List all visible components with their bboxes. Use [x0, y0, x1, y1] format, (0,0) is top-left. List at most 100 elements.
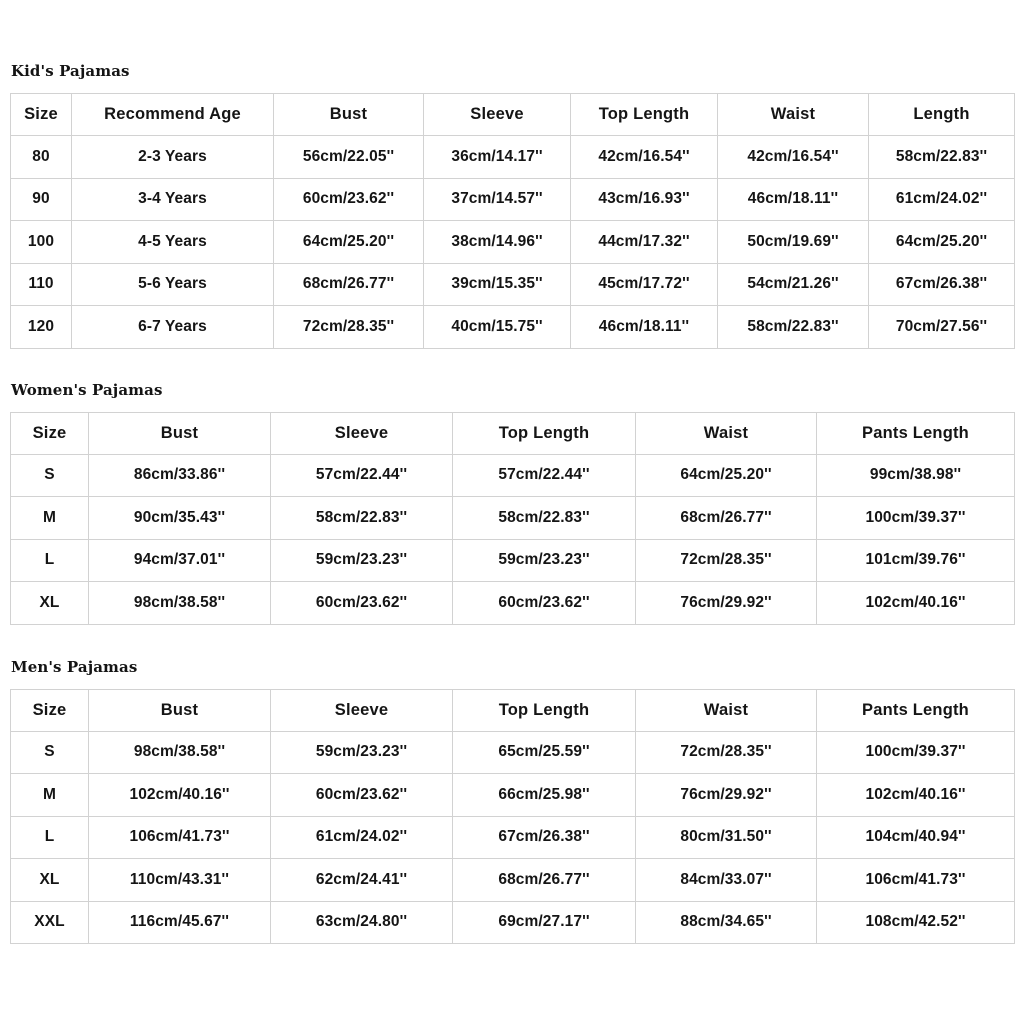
cell-waist: 88cm/34.65'' — [635, 900, 817, 944]
cell-size: L — [10, 815, 89, 859]
cell-sleeve: 60cm/23.62'' — [270, 773, 453, 817]
section-title-women: Women's Pajamas — [11, 380, 163, 399]
cell-pants-length: 104cm/40.94'' — [816, 815, 1015, 859]
cell-waist: 54cm/21.26'' — [717, 262, 869, 306]
column-header: Top Length — [570, 93, 718, 136]
column-header: Top Length — [452, 411, 636, 455]
table-header-row: Size Bust Sleeve Top Length Waist Pants … — [10, 411, 1015, 455]
table-row: 120 6-7 Years 72cm/28.35'' 40cm/15.75'' … — [10, 305, 1015, 349]
cell-top-length: 68cm/26.77'' — [452, 858, 636, 902]
cell-length: 64cm/25.20'' — [868, 220, 1015, 264]
cell-top-length: 60cm/23.62'' — [452, 581, 636, 625]
size-table-men: Size Bust Sleeve Top Length Waist Pants … — [10, 688, 1015, 944]
cell-bust: 72cm/28.35'' — [273, 305, 424, 349]
cell-size: S — [10, 453, 89, 497]
cell-bust: 102cm/40.16'' — [88, 773, 271, 817]
cell-length: 67cm/26.38'' — [868, 262, 1015, 306]
column-header: Sleeve — [423, 93, 571, 136]
cell-size: XXL — [10, 900, 89, 944]
cell-size: 80 — [10, 135, 72, 179]
column-header: Recommend Age — [71, 93, 274, 136]
cell-top-length: 57cm/22.44'' — [452, 453, 636, 497]
cell-sleeve: 37cm/14.57'' — [423, 177, 571, 221]
cell-waist: 42cm/16.54'' — [717, 135, 869, 179]
cell-pants-length: 100cm/39.37'' — [816, 496, 1015, 540]
cell-bust: 98cm/38.58'' — [88, 730, 271, 774]
cell-bust: 56cm/22.05'' — [273, 135, 424, 179]
column-header: Bust — [88, 411, 271, 455]
cell-waist: 80cm/31.50'' — [635, 815, 817, 859]
cell-size: M — [10, 496, 89, 540]
cell-size: 120 — [10, 305, 72, 349]
section-kids: Kid's Pajamas Size Recommend Age Bust Sl… — [10, 0, 1015, 349]
cell-sleeve: 61cm/24.02'' — [270, 815, 453, 859]
cell-size: XL — [10, 581, 89, 625]
cell-pants-length: 99cm/38.98'' — [816, 453, 1015, 497]
cell-waist: 76cm/29.92'' — [635, 773, 817, 817]
cell-bust: 86cm/33.86'' — [88, 453, 271, 497]
table-row: 100 4-5 Years 64cm/25.20'' 38cm/14.96'' … — [10, 220, 1015, 264]
table-row: 80 2-3 Years 56cm/22.05'' 36cm/14.17'' 4… — [10, 135, 1015, 179]
cell-top-length: 65cm/25.59'' — [452, 730, 636, 774]
table-row: XL 110cm/43.31'' 62cm/24.41'' 68cm/26.77… — [10, 858, 1015, 902]
section-title-men: Men's Pajamas — [11, 657, 138, 676]
cell-top-length: 45cm/17.72'' — [570, 262, 718, 306]
cell-bust: 64cm/25.20'' — [273, 220, 424, 264]
cell-top-length: 59cm/23.23'' — [452, 538, 636, 582]
cell-bust: 116cm/45.67'' — [88, 900, 271, 944]
table-row: M 90cm/35.43'' 58cm/22.83'' 58cm/22.83''… — [10, 496, 1015, 540]
cell-top-length: 67cm/26.38'' — [452, 815, 636, 859]
column-header: Waist — [717, 93, 869, 136]
column-header: Size — [10, 411, 89, 455]
section-women: Women's Pajamas Size Bust Sleeve Top Len… — [10, 349, 1015, 625]
cell-size: 110 — [10, 262, 72, 306]
cell-waist: 72cm/28.35'' — [635, 538, 817, 582]
cell-waist: 64cm/25.20'' — [635, 453, 817, 497]
cell-size: 90 — [10, 177, 72, 221]
table-row: M 102cm/40.16'' 60cm/23.62'' 66cm/25.98'… — [10, 773, 1015, 817]
section-title-kids: Kid's Pajamas — [11, 62, 130, 80]
cell-pants-length: 108cm/42.52'' — [816, 900, 1015, 944]
cell-size: S — [10, 730, 89, 774]
cell-top-length: 69cm/27.17'' — [452, 900, 636, 944]
cell-recommend-age: 5-6 Years — [71, 262, 274, 306]
cell-sleeve: 39cm/15.35'' — [423, 262, 571, 306]
table-row: S 86cm/33.86'' 57cm/22.44'' 57cm/22.44''… — [10, 453, 1015, 497]
column-header: Waist — [635, 411, 817, 455]
cell-sleeve: 58cm/22.83'' — [270, 496, 453, 540]
cell-waist: 58cm/22.83'' — [717, 305, 869, 349]
cell-waist: 76cm/29.92'' — [635, 581, 817, 625]
column-header: Bust — [273, 93, 424, 136]
cell-pants-length: 106cm/41.73'' — [816, 858, 1015, 902]
cell-top-length: 44cm/17.32'' — [570, 220, 718, 264]
table-row: L 106cm/41.73'' 61cm/24.02'' 67cm/26.38'… — [10, 815, 1015, 859]
table-row: XXL 116cm/45.67'' 63cm/24.80'' 69cm/27.1… — [10, 900, 1015, 944]
cell-waist: 68cm/26.77'' — [635, 496, 817, 540]
cell-sleeve: 62cm/24.41'' — [270, 858, 453, 902]
column-header: Pants Length — [816, 411, 1015, 455]
cell-sleeve: 40cm/15.75'' — [423, 305, 571, 349]
table-row: 110 5-6 Years 68cm/26.77'' 39cm/15.35'' … — [10, 262, 1015, 306]
column-header: Waist — [635, 688, 817, 732]
cell-bust: 98cm/38.58'' — [88, 581, 271, 625]
cell-waist: 46cm/18.11'' — [717, 177, 869, 221]
column-header: Length — [868, 93, 1015, 136]
table-row: S 98cm/38.58'' 59cm/23.23'' 65cm/25.59''… — [10, 730, 1015, 774]
cell-top-length: 58cm/22.83'' — [452, 496, 636, 540]
column-header: Sleeve — [270, 688, 453, 732]
cell-sleeve: 60cm/23.62'' — [270, 581, 453, 625]
cell-top-length: 42cm/16.54'' — [570, 135, 718, 179]
table-row: L 94cm/37.01'' 59cm/23.23'' 59cm/23.23''… — [10, 538, 1015, 582]
cell-recommend-age: 2-3 Years — [71, 135, 274, 179]
section-men: Men's Pajamas Size Bust Sleeve Top Lengt… — [10, 625, 1015, 944]
cell-pants-length: 102cm/40.16'' — [816, 773, 1015, 817]
cell-sleeve: 57cm/22.44'' — [270, 453, 453, 497]
cell-bust: 110cm/43.31'' — [88, 858, 271, 902]
table-header-row: Size Recommend Age Bust Sleeve Top Lengt… — [10, 93, 1015, 136]
size-table-women: Size Bust Sleeve Top Length Waist Pants … — [10, 411, 1015, 625]
column-header: Pants Length — [816, 688, 1015, 732]
cell-bust: 106cm/41.73'' — [88, 815, 271, 859]
cell-bust: 94cm/37.01'' — [88, 538, 271, 582]
cell-bust: 60cm/23.62'' — [273, 177, 424, 221]
table-row: 90 3-4 Years 60cm/23.62'' 37cm/14.57'' 4… — [10, 177, 1015, 221]
